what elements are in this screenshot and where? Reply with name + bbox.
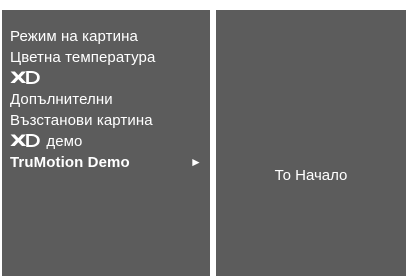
xd-logo-icon: X: [10, 67, 41, 88]
menu-item-label: Цветна температура: [10, 49, 156, 66]
menu-item-label: Допълнителни: [10, 91, 113, 108]
menu-item-label: TruMotion Demo: [10, 154, 130, 171]
picture-menu: Режим на картина Цветна температура X До…: [10, 26, 206, 173]
menu-item-picture-mode[interactable]: Режим на картина: [10, 26, 206, 47]
submenu-panel: То Начало: [216, 10, 406, 276]
menu-item-color-temperature[interactable]: Цветна температура: [10, 47, 206, 68]
picture-menu-panel: Режим на картина Цветна температура X До…: [2, 10, 210, 276]
osd-frame: Режим на картина Цветна температура X До…: [0, 0, 410, 280]
menu-item-xd-demo[interactable]: Xдемо: [10, 131, 206, 152]
menu-item-label: Режим на картина: [10, 28, 138, 45]
menu-item-label: Възстанови картина: [10, 112, 153, 129]
menu-item-xd[interactable]: X: [10, 68, 206, 89]
menu-item-trumotion-demo[interactable]: TruMotion Demo ►: [10, 152, 206, 173]
submenu-option-start[interactable]: То Начало: [216, 167, 406, 184]
menu-item-label: демо: [46, 133, 83, 150]
xd-logo-icon: X: [10, 130, 41, 151]
menu-item-advanced[interactable]: Допълнителни: [10, 89, 206, 110]
submenu-arrow-icon: ►: [190, 155, 202, 169]
menu-item-picture-reset[interactable]: Възстанови картина: [10, 110, 206, 131]
